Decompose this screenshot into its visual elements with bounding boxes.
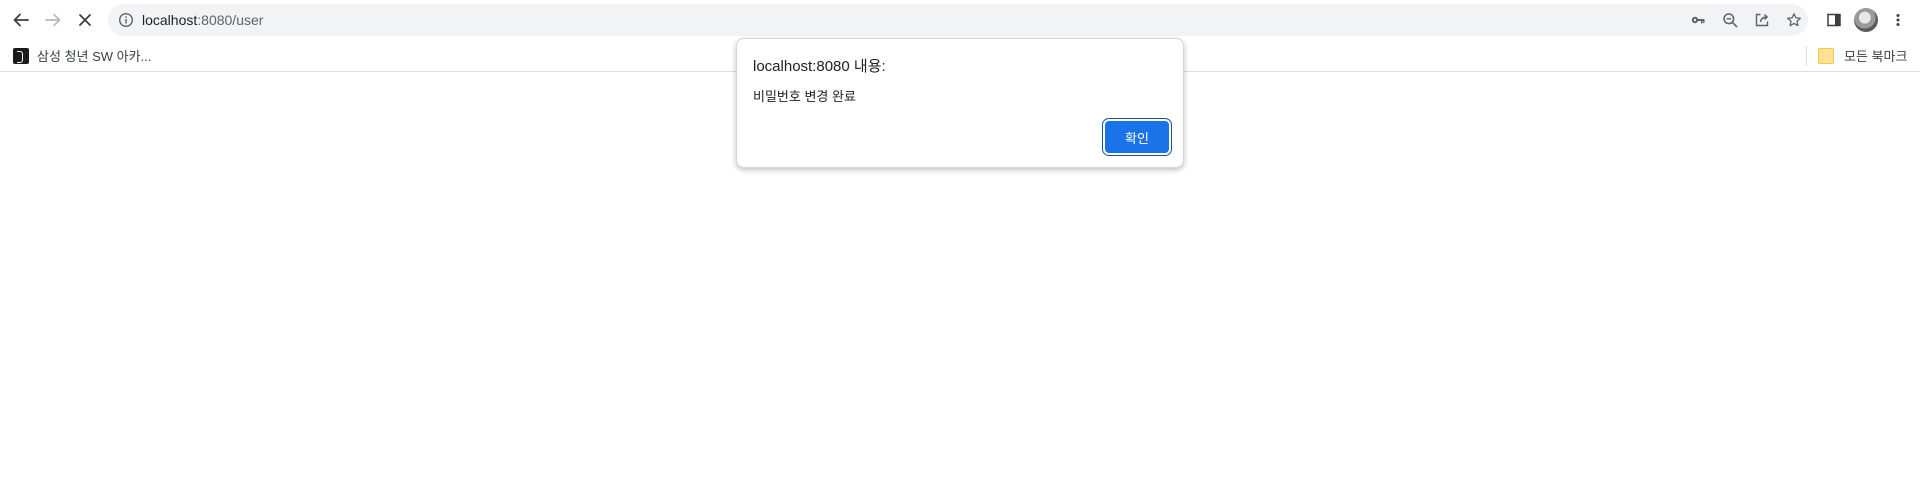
browser-toolbar: localhost:8080/user — [0, 0, 1920, 40]
share-icon[interactable] — [1752, 10, 1772, 30]
zoom-icon[interactable] — [1720, 10, 1740, 30]
info-icon[interactable] — [118, 12, 134, 28]
all-bookmarks-label: 모든 북마크 — [1844, 49, 1908, 64]
back-button[interactable] — [7, 6, 35, 34]
forward-button[interactable] — [39, 6, 67, 34]
bookmark-label: 삼성 청년 SW 아카... — [37, 49, 152, 64]
avatar[interactable] — [1854, 8, 1878, 32]
url-path: :8080/user — [197, 12, 264, 28]
back-arrow-icon — [12, 11, 30, 29]
bookmark-favicon-icon — [13, 47, 29, 64]
url-host: localhost — [142, 12, 198, 28]
bookmark-item[interactable]: 삼성 청년 SW 아카... — [13, 40, 151, 71]
address-bar[interactable]: localhost:8080/user — [108, 4, 1808, 36]
key-icon[interactable] — [1688, 10, 1708, 30]
folder-icon — [1818, 47, 1834, 64]
star-icon[interactable] — [1784, 10, 1804, 30]
stop-loading-button[interactable] — [71, 6, 99, 34]
dialog-message: 비밀번호 변경 완료 — [753, 89, 856, 104]
side-panel-icon[interactable] — [1822, 8, 1846, 32]
stop-loading-icon — [77, 12, 93, 28]
alert-dialog: localhost:8080 내용: 비밀번호 변경 완료 확인 — [736, 38, 1184, 168]
kebab-menu-icon[interactable] — [1886, 8, 1910, 32]
ok-button[interactable]: 확인 — [1105, 121, 1169, 153]
url-text[interactable]: localhost:8080/user — [142, 4, 263, 36]
forward-arrow-icon — [44, 11, 62, 29]
dialog-title: localhost:8080 내용: — [753, 58, 886, 75]
bookmarks-separator — [1806, 46, 1807, 66]
all-bookmarks-button[interactable]: 모든 북마크 — [1818, 40, 1907, 71]
